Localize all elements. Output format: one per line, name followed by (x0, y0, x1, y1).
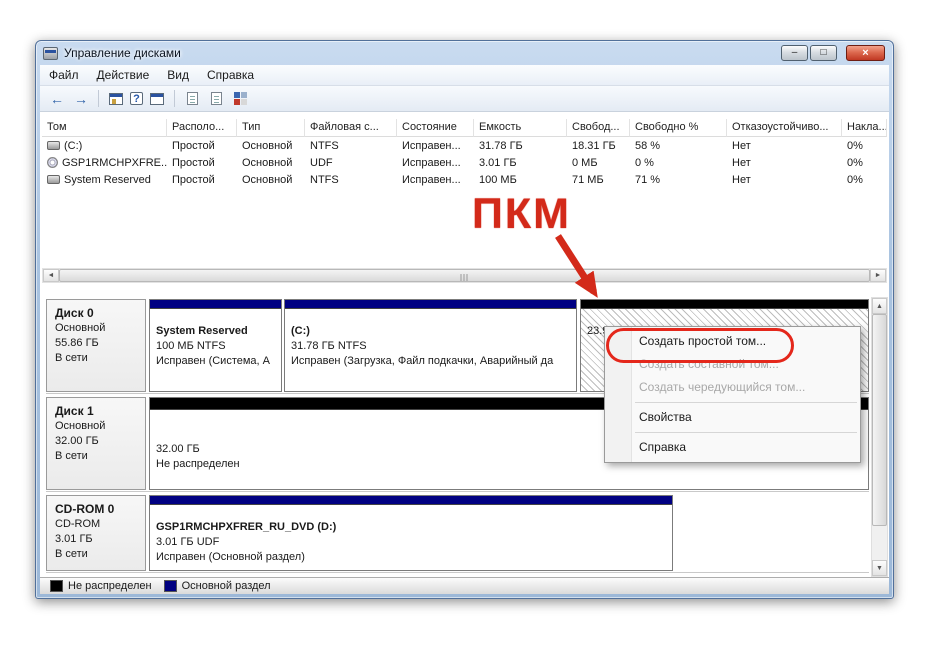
partition-c[interactable]: (C:) 31.78 ГБ NTFS Исправен (Загрузка, Ф… (284, 299, 577, 392)
scroll-left-icon[interactable]: ◄ (43, 269, 59, 282)
col-header-layout[interactable]: Располо... (167, 119, 237, 137)
volume-name: System Reserved (64, 173, 151, 186)
partition-color-bar (285, 300, 576, 309)
legend-unallocated: Не распределен (50, 580, 152, 592)
menu-item-view[interactable]: Вид (158, 66, 198, 84)
horizontal-scroll-thumb[interactable] (59, 269, 870, 282)
col-header-overhead[interactable]: Накла... (842, 119, 887, 137)
volume-name: (C:) (64, 139, 83, 152)
col-header-free-pct[interactable]: Свободно % (630, 119, 727, 137)
back-icon[interactable]: ← (47, 89, 67, 108)
toolbar: ← → ? (40, 86, 889, 112)
export-list-icon[interactable] (182, 89, 202, 108)
col-header-capacity[interactable]: Емкость (474, 119, 567, 137)
scroll-down-icon[interactable]: ▼ (872, 560, 887, 576)
hdd-icon (47, 141, 60, 150)
partition-color-bar (150, 300, 281, 309)
properties-icon[interactable] (206, 89, 226, 108)
legend-bar: Не распределен Основной раздел (40, 577, 889, 594)
legend-primary-swatch (163, 580, 177, 592)
context-menu-item-create-striped-volume: Создать чередующийся том... (639, 380, 806, 394)
context-menu-item-help[interactable]: Справка (605, 436, 860, 459)
title-bar[interactable]: Управление дисками – □ × (36, 41, 893, 65)
volume-name: GSP1RMCHPXFRE... (62, 156, 167, 169)
volume-row-system-reserved[interactable]: System Reserved Простой Основной NTFS Ис… (42, 171, 887, 188)
annotation-arrow (555, 234, 598, 298)
context-menu-item-properties[interactable]: Свойства (605, 406, 860, 429)
legend-primary: Основной раздел (163, 580, 271, 592)
scroll-grip (460, 274, 469, 281)
hdd-icon (47, 175, 60, 184)
col-header-status[interactable]: Состояние (397, 119, 474, 137)
col-header-volume[interactable]: Том (42, 119, 167, 137)
console-window-icon[interactable] (147, 89, 167, 108)
col-header-filesystem[interactable]: Файловая с... (305, 119, 397, 137)
show-console-tree-icon[interactable] (106, 89, 126, 108)
horizontal-scrollbar[interactable]: ◄ ► (42, 268, 887, 283)
context-menu-separator (635, 432, 857, 433)
scroll-right-icon[interactable]: ► (870, 269, 886, 282)
legend-primary-label: Основной раздел (181, 580, 271, 592)
partition-system-reserved[interactable]: System Reserved 100 МБ NTFS Исправен (Си… (149, 299, 282, 392)
cd-icon (47, 157, 58, 168)
col-header-type[interactable]: Тип (237, 119, 305, 137)
disk1-label[interactable]: Диск 1 Основной 32.00 ГБ В сети (46, 397, 146, 490)
volume-list-header: Том Располо... Тип Файловая с... Состоян… (42, 119, 887, 137)
disk-management-icon (43, 46, 58, 60)
col-header-fault-tolerance[interactable]: Отказоустойчиво... (727, 119, 842, 137)
vertical-scrollbar[interactable]: ▲ ▼ (871, 297, 888, 577)
forward-icon[interactable]: → (71, 89, 91, 108)
cdrom-label[interactable]: CD-ROM 0 CD-ROM 3.01 ГБ В сети (46, 495, 146, 571)
toolbar-separator (98, 90, 99, 107)
menu-bar: Файл Действие Вид Справка (40, 65, 889, 86)
minimize-button[interactable]: – (781, 45, 808, 61)
scroll-up-icon[interactable]: ▲ (872, 298, 887, 314)
annotation-ellipse (606, 328, 794, 363)
legend-unallocated-label: Не распределен (68, 580, 152, 592)
partition-dvd[interactable]: GSP1RMCHPXFRER_RU_DVD (D:) 3.01 ГБ UDF И… (149, 495, 673, 571)
volume-row-c[interactable]: (C:) Простой Основной NTFS Исправен... 3… (42, 137, 887, 154)
volume-row-dvd[interactable]: GSP1RMCHPXFRE... Простой Основной UDF Ис… (42, 154, 887, 171)
screenshot-root: Управление дисками – □ × Файл Действие В… (0, 0, 933, 661)
vertical-scroll-thumb[interactable] (872, 314, 887, 526)
legend-unallocated-swatch (50, 580, 63, 592)
disk-management-window: Управление дисками – □ × Файл Действие В… (35, 40, 894, 599)
menu-item-help[interactable]: Справка (198, 66, 263, 84)
help-icon[interactable]: ? (130, 92, 143, 105)
window-controls: – □ × (779, 45, 885, 61)
window-title: Управление дисками (64, 46, 181, 60)
disk-management-snapin-icon[interactable] (230, 89, 250, 108)
close-button[interactable]: × (846, 45, 885, 61)
context-menu-separator (635, 402, 857, 403)
col-header-free[interactable]: Свобод... (567, 119, 630, 137)
partition-color-bar (150, 496, 672, 505)
menu-item-action[interactable]: Действие (88, 66, 159, 84)
toolbar-separator (174, 90, 175, 107)
menu-item-file[interactable]: Файл (40, 66, 88, 84)
maximize-button[interactable]: □ (810, 45, 837, 61)
disk0-label[interactable]: Диск 0 Основной 55.86 ГБ В сети (46, 299, 146, 392)
cdrom-row-0: CD-ROM 0 CD-ROM 3.01 ГБ В сети GSP1RMCHP… (46, 495, 869, 573)
